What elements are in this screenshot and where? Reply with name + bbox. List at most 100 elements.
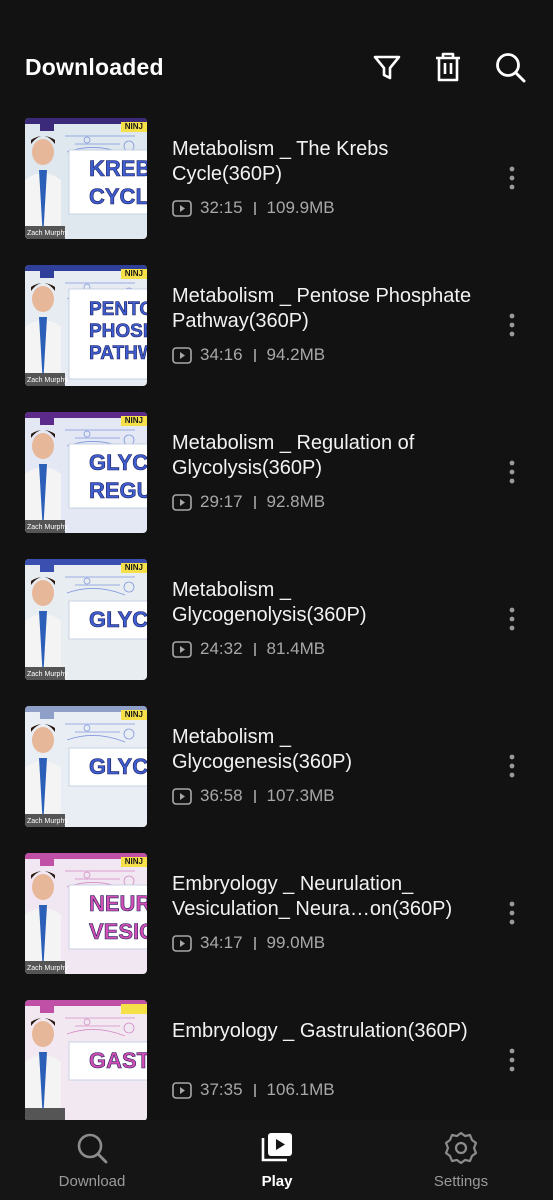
video-icon	[172, 934, 192, 952]
trash-icon[interactable]	[431, 50, 465, 84]
filter-icon[interactable]	[370, 50, 404, 84]
video-title: Embryology _ Gastrulation(360P)	[172, 1020, 468, 1042]
video-icon	[172, 346, 192, 364]
thumb-label-text: REGULA	[89, 478, 147, 503]
video-meta: 24:32 81.4MB	[172, 639, 325, 659]
meta-divider	[253, 495, 256, 509]
thumb-brand: NINJ	[124, 710, 143, 719]
thumb-label-text: KREB	[89, 156, 147, 181]
list-item[interactable]: GASTRUL Embryology _ Gastrulation(360P) …	[0, 992, 553, 1120]
thumb-credit: Zach Murphy	[27, 818, 68, 825]
video-thumbnail[interactable]: PENTOPHOSPHPATHW Zach Murphy NINJ	[25, 265, 147, 386]
video-title: Metabolism _ Regulation of Glycolysis(36…	[172, 432, 415, 479]
file-size: 99.0MB	[266, 933, 326, 952]
video-duration: 34:16	[200, 345, 243, 364]
meta-divider	[253, 936, 256, 950]
thumb-label-text: NEURULA	[89, 891, 147, 916]
list-item[interactable]: KREB CYCL Zach Murphy NINJ Metabolism _ T…	[0, 110, 553, 257]
video-thumbnail[interactable]: GLYCOGE Zach Murphy NINJ	[25, 706, 147, 827]
video-icon	[172, 1081, 192, 1099]
nav-item-play[interactable]: Play	[207, 1120, 347, 1200]
page-title: Downloaded	[25, 54, 164, 80]
video-title: Metabolism _ Glycogenolysis(360P)	[172, 579, 367, 626]
video-thumbnail[interactable]: GLYCOL REGULA Zach Murphy NINJ	[25, 412, 147, 533]
thumb-label-text: PENTO	[89, 299, 147, 320]
file-size: 92.8MB	[266, 492, 326, 511]
thumb-brand: NINJ	[124, 416, 143, 425]
nav-item-download[interactable]: Download	[22, 1120, 162, 1200]
video-meta: 29:17 92.8MB	[172, 492, 325, 512]
app-header: Downloaded	[0, 0, 553, 110]
list-item[interactable]: GLYCOGEN Zach Murphy NINJ Metabolism _ G…	[0, 551, 553, 698]
video-meta: 34:17 99.0MB	[172, 933, 325, 953]
more-options-icon[interactable]	[502, 606, 522, 632]
video-icon	[172, 199, 192, 217]
more-options-icon[interactable]	[502, 900, 522, 926]
more-options-icon[interactable]	[502, 459, 522, 485]
video-thumbnail[interactable]: KREB CYCL Zach Murphy NINJ	[25, 118, 147, 239]
file-size: 109.9MB	[266, 198, 335, 217]
nav-label: Download	[58, 1173, 126, 1190]
thumb-label-text: GLYCOGE	[89, 754, 147, 779]
meta-divider	[253, 1083, 256, 1097]
video-icon	[172, 493, 192, 511]
more-options-icon[interactable]	[502, 312, 522, 338]
video-thumbnail[interactable]: GASTRUL	[25, 1000, 147, 1120]
file-size: 107.3MB	[266, 786, 335, 805]
meta-divider	[253, 642, 256, 656]
video-meta: 34:16 94.2MB	[172, 345, 325, 365]
thumb-label-text: VESICULA	[89, 919, 147, 944]
search-icon	[74, 1130, 110, 1166]
thumb-label-text: PATHW	[89, 343, 147, 364]
list-item[interactable]: NEURULA VESICULA Zach Murphy NINJ Embryol…	[0, 845, 553, 992]
video-duration: 37:35	[200, 1080, 243, 1099]
search-icon[interactable]	[493, 50, 527, 84]
thumb-label-text: GLYCOL	[89, 450, 147, 475]
video-duration: 36:58	[200, 786, 243, 805]
video-meta: 36:58 107.3MB	[172, 786, 335, 806]
more-options-icon[interactable]	[502, 165, 522, 191]
more-options-icon[interactable]	[502, 753, 522, 779]
nav-label: Settings	[433, 1173, 489, 1190]
thumb-label-text: GASTRUL	[89, 1048, 147, 1073]
list-item[interactable]: PENTOPHOSPHPATHW Zach Murphy NINJ Metabo…	[0, 257, 553, 404]
video-meta: 37:35 106.1MB	[172, 1080, 335, 1100]
thumb-credit: Zach Murphy	[27, 377, 68, 384]
thumb-credit: Zach Murphy	[27, 965, 68, 972]
thumb-label-text: PHOSPH	[89, 321, 147, 342]
video-icon	[172, 640, 192, 658]
file-size: 94.2MB	[266, 345, 326, 364]
thumb-brand: NINJ	[124, 563, 143, 572]
bottom-navigation: Download Play Settings	[0, 1120, 553, 1200]
file-size: 81.4MB	[266, 639, 326, 658]
video-icon	[172, 787, 192, 805]
thumb-credit: Zach Murphy	[27, 671, 68, 678]
gear-icon	[443, 1130, 479, 1166]
file-size: 106.1MB	[266, 1080, 335, 1099]
download-list: KREB CYCL Zach Murphy NINJ Metabolism _ T…	[0, 110, 553, 1120]
video-title: Metabolism _ Glycogenesis(360P)	[172, 726, 353, 773]
meta-divider	[253, 201, 256, 215]
list-item[interactable]: GLYCOL REGULA Zach Murphy NINJ Metabolism…	[0, 404, 553, 551]
list-item[interactable]: GLYCOGE Zach Murphy NINJ Metabolism _ Gl…	[0, 698, 553, 845]
thumb-credit: Zach Murphy	[27, 524, 68, 531]
thumb-brand: NINJ	[124, 857, 143, 866]
nav-label: Play	[261, 1173, 293, 1190]
video-duration: 29:17	[200, 492, 243, 511]
video-title: Embryology _ Neurulation_ Vesiculation_ …	[172, 873, 453, 920]
meta-divider	[253, 789, 256, 803]
video-duration: 32:15	[200, 198, 243, 217]
video-thumbnail[interactable]: GLYCOGEN Zach Murphy NINJ	[25, 559, 147, 680]
video-thumbnail[interactable]: NEURULA VESICULA Zach Murphy NINJ	[25, 853, 147, 974]
thumb-label-text: GLYCOGEN	[89, 607, 147, 632]
nav-item-settings[interactable]: Settings	[391, 1120, 531, 1200]
thumb-label-text: CYCL	[89, 184, 147, 209]
video-meta: 32:15 109.9MB	[172, 198, 335, 218]
video-title: Metabolism _ The Krebs Cycle(360P)	[172, 138, 389, 185]
meta-divider	[253, 348, 256, 362]
video-duration: 34:17	[200, 933, 243, 952]
video-duration: 24:32	[200, 639, 243, 658]
thumb-brand: NINJ	[124, 269, 143, 278]
play-library-icon	[259, 1130, 295, 1166]
more-options-icon[interactable]	[502, 1047, 522, 1073]
